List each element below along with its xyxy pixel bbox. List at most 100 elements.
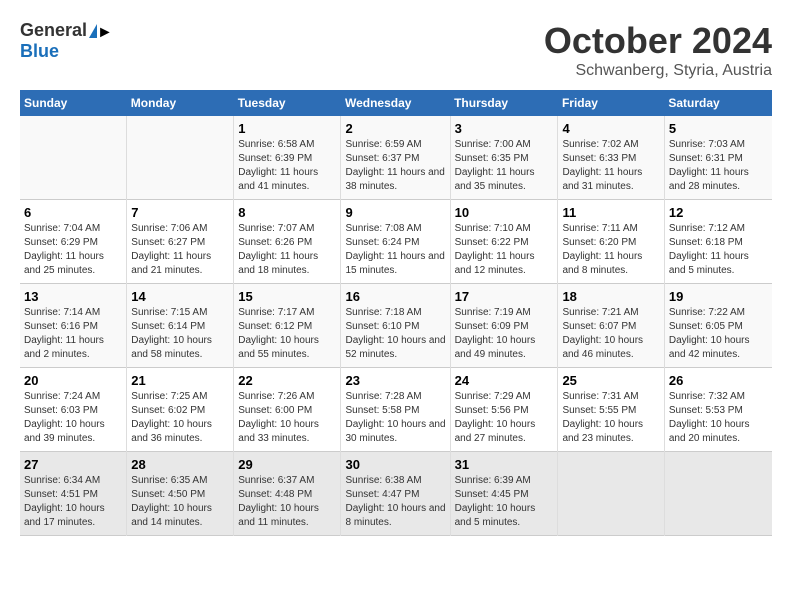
day-number: 1 [238,121,336,136]
day-number: 26 [669,373,768,388]
day-info: Sunrise: 6:37 AM Sunset: 4:48 PM Dayligh… [238,474,336,530]
day-info: Sunrise: 7:29 AM Sunset: 5:56 PM Dayligh… [455,390,554,446]
calendar-cell: 26Sunrise: 7:32 AM Sunset: 5:53 PM Dayli… [664,368,772,452]
logo-icon: ► [89,24,97,38]
day-info: Sunrise: 7:02 AM Sunset: 6:33 PM Dayligh… [562,138,659,194]
day-header-thursday: Thursday [450,90,558,116]
day-number: 12 [669,205,768,220]
day-number: 4 [562,121,659,136]
calendar-cell: 12 Sunrise: 7:12 AM Sunset: 6:18 PM Dayli… [664,200,772,284]
day-number: 3 [455,121,554,136]
calendar-cell: 29 Sunrise: 6:37 AM Sunset: 4:48 PM Dayli… [234,452,341,536]
day-info: Sunrise: 7:06 AM Sunset: 6:27 PM Dayligh… [131,222,229,278]
day-info: Sunrise: 6:39 AM Sunset: 4:45 PM Dayligh… [455,474,554,530]
week-row-4: 20 Sunrise: 7:24 AM Sunset: 6:03 PM Dayli… [20,368,772,452]
calendar-cell: 14 Sunrise: 7:15 AM Sunset: 6:14 PM Dayli… [127,284,234,368]
day-info: Sunrise: 7:19 AM Sunset: 6:09 PM Dayligh… [455,306,554,362]
day-info: Sunrise: 7:10 AM Sunset: 6:22 PM Dayligh… [455,222,554,278]
day-info: Sunrise: 7:15 AM Sunset: 6:14 PM Dayligh… [131,306,229,362]
calendar-cell: 10 Sunrise: 7:10 AM Sunset: 6:22 PM Dayli… [450,200,558,284]
day-header-sunday: Sunday [20,90,127,116]
day-number: 16 [345,289,445,304]
week-row-2: 6 Sunrise: 7:04 AM Sunset: 6:29 PM Daylig… [20,200,772,284]
title-area: October 2024 Schwanberg, Styria, Austria [544,20,772,80]
calendar-cell: 30Sunrise: 6:38 AM Sunset: 4:47 PM Dayli… [341,452,450,536]
day-number: 9 [345,205,445,220]
day-number: 29 [238,457,336,472]
week-row-1: 1Sunrise: 6:58 AM Sunset: 6:39 PM Daylig… [20,116,772,200]
calendar-cell: 7 Sunrise: 7:06 AM Sunset: 6:27 PM Daylig… [127,200,234,284]
day-number: 19 [669,289,768,304]
day-header-wednesday: Wednesday [341,90,450,116]
day-number: 7 [131,205,229,220]
day-number: 13 [24,289,122,304]
calendar-cell [558,452,664,536]
day-info: Sunrise: 7:28 AM Sunset: 5:58 PM Dayligh… [345,390,445,446]
day-number: 24 [455,373,554,388]
day-number: 20 [24,373,122,388]
calendar-cell: 8 Sunrise: 7:07 AM Sunset: 6:26 PM Daylig… [234,200,341,284]
day-number: 22 [238,373,336,388]
day-header-friday: Friday [558,90,664,116]
days-header-row: SundayMondayTuesdayWednesdayThursdayFrid… [20,90,772,116]
calendar-cell: 3Sunrise: 7:00 AM Sunset: 6:35 PM Daylig… [450,116,558,200]
day-info: Sunrise: 7:07 AM Sunset: 6:26 PM Dayligh… [238,222,336,278]
header: General ► Blue October 2024 Schwanberg, … [20,20,772,80]
calendar-cell: 19 Sunrise: 7:22 AM Sunset: 6:05 PM Dayli… [664,284,772,368]
calendar-cell: 23 Sunrise: 7:28 AM Sunset: 5:58 PM Dayli… [341,368,450,452]
day-number: 11 [562,205,659,220]
calendar-cell [20,116,127,200]
day-number: 2 [345,121,445,136]
day-number: 10 [455,205,554,220]
calendar-cell: 31Sunrise: 6:39 AM Sunset: 4:45 PM Dayli… [450,452,558,536]
day-info: Sunrise: 7:03 AM Sunset: 6:31 PM Dayligh… [669,138,768,194]
day-info: Sunrise: 7:04 AM Sunset: 6:29 PM Dayligh… [24,222,122,278]
week-row-5: 27Sunrise: 6:34 AM Sunset: 4:51 PM Dayli… [20,452,772,536]
day-header-tuesday: Tuesday [234,90,341,116]
day-info: Sunrise: 7:25 AM Sunset: 6:02 PM Dayligh… [131,390,229,446]
calendar-cell: 9 Sunrise: 7:08 AM Sunset: 6:24 PM Daylig… [341,200,450,284]
day-info: Sunrise: 7:18 AM Sunset: 6:10 PM Dayligh… [345,306,445,362]
calendar-cell: 28 Sunrise: 6:35 AM Sunset: 4:50 PM Dayli… [127,452,234,536]
calendar-cell: 4 Sunrise: 7:02 AM Sunset: 6:33 PM Daylig… [558,116,664,200]
day-number: 18 [562,289,659,304]
calendar-cell: 13Sunrise: 7:14 AM Sunset: 6:16 PM Dayli… [20,284,127,368]
day-info: Sunrise: 7:31 AM Sunset: 5:55 PM Dayligh… [562,390,659,446]
calendar-cell: 11Sunrise: 7:11 AM Sunset: 6:20 PM Dayli… [558,200,664,284]
calendar-cell: 2 Sunrise: 6:59 AM Sunset: 6:37 PM Daylig… [341,116,450,200]
day-number: 21 [131,373,229,388]
day-info: Sunrise: 7:12 AM Sunset: 6:18 PM Dayligh… [669,222,768,278]
day-info: Sunrise: 7:24 AM Sunset: 6:03 PM Dayligh… [24,390,122,446]
day-info: Sunrise: 7:17 AM Sunset: 6:12 PM Dayligh… [238,306,336,362]
day-info: Sunrise: 7:08 AM Sunset: 6:24 PM Dayligh… [345,222,445,278]
day-info: Sunrise: 7:26 AM Sunset: 6:00 PM Dayligh… [238,390,336,446]
calendar-cell: 18Sunrise: 7:21 AM Sunset: 6:07 PM Dayli… [558,284,664,368]
calendar-cell: 25 Sunrise: 7:31 AM Sunset: 5:55 PM Dayli… [558,368,664,452]
day-number: 25 [562,373,659,388]
calendar-cell: 6 Sunrise: 7:04 AM Sunset: 6:29 PM Daylig… [20,200,127,284]
month-title: October 2024 [544,20,772,62]
calendar-cell: 20 Sunrise: 7:24 AM Sunset: 6:03 PM Dayli… [20,368,127,452]
calendar-cell: 16 Sunrise: 7:18 AM Sunset: 6:10 PM Dayli… [341,284,450,368]
calendar-cell: 21 Sunrise: 7:25 AM Sunset: 6:02 PM Dayli… [127,368,234,452]
calendar-cell: 22 Sunrise: 7:26 AM Sunset: 6:00 PM Dayli… [234,368,341,452]
day-info: Sunrise: 6:59 AM Sunset: 6:37 PM Dayligh… [345,138,445,194]
logo-general: General [20,20,87,41]
calendar-table: SundayMondayTuesdayWednesdayThursdayFrid… [20,90,772,536]
day-number: 14 [131,289,229,304]
calendar-cell: 5 Sunrise: 7:03 AM Sunset: 6:31 PM Daylig… [664,116,772,200]
day-number: 6 [24,205,122,220]
day-info: Sunrise: 7:22 AM Sunset: 6:05 PM Dayligh… [669,306,768,362]
week-row-3: 13Sunrise: 7:14 AM Sunset: 6:16 PM Dayli… [20,284,772,368]
day-number: 28 [131,457,229,472]
day-number: 15 [238,289,336,304]
day-number: 23 [345,373,445,388]
day-info: Sunrise: 6:35 AM Sunset: 4:50 PM Dayligh… [131,474,229,530]
day-number: 5 [669,121,768,136]
calendar-cell: 1Sunrise: 6:58 AM Sunset: 6:39 PM Daylig… [234,116,341,200]
day-info: Sunrise: 6:38 AM Sunset: 4:47 PM Dayligh… [345,474,445,530]
calendar-cell [664,452,772,536]
calendar-cell: 27Sunrise: 6:34 AM Sunset: 4:51 PM Dayli… [20,452,127,536]
calendar-cell: 24 Sunrise: 7:29 AM Sunset: 5:56 PM Dayli… [450,368,558,452]
day-number: 8 [238,205,336,220]
